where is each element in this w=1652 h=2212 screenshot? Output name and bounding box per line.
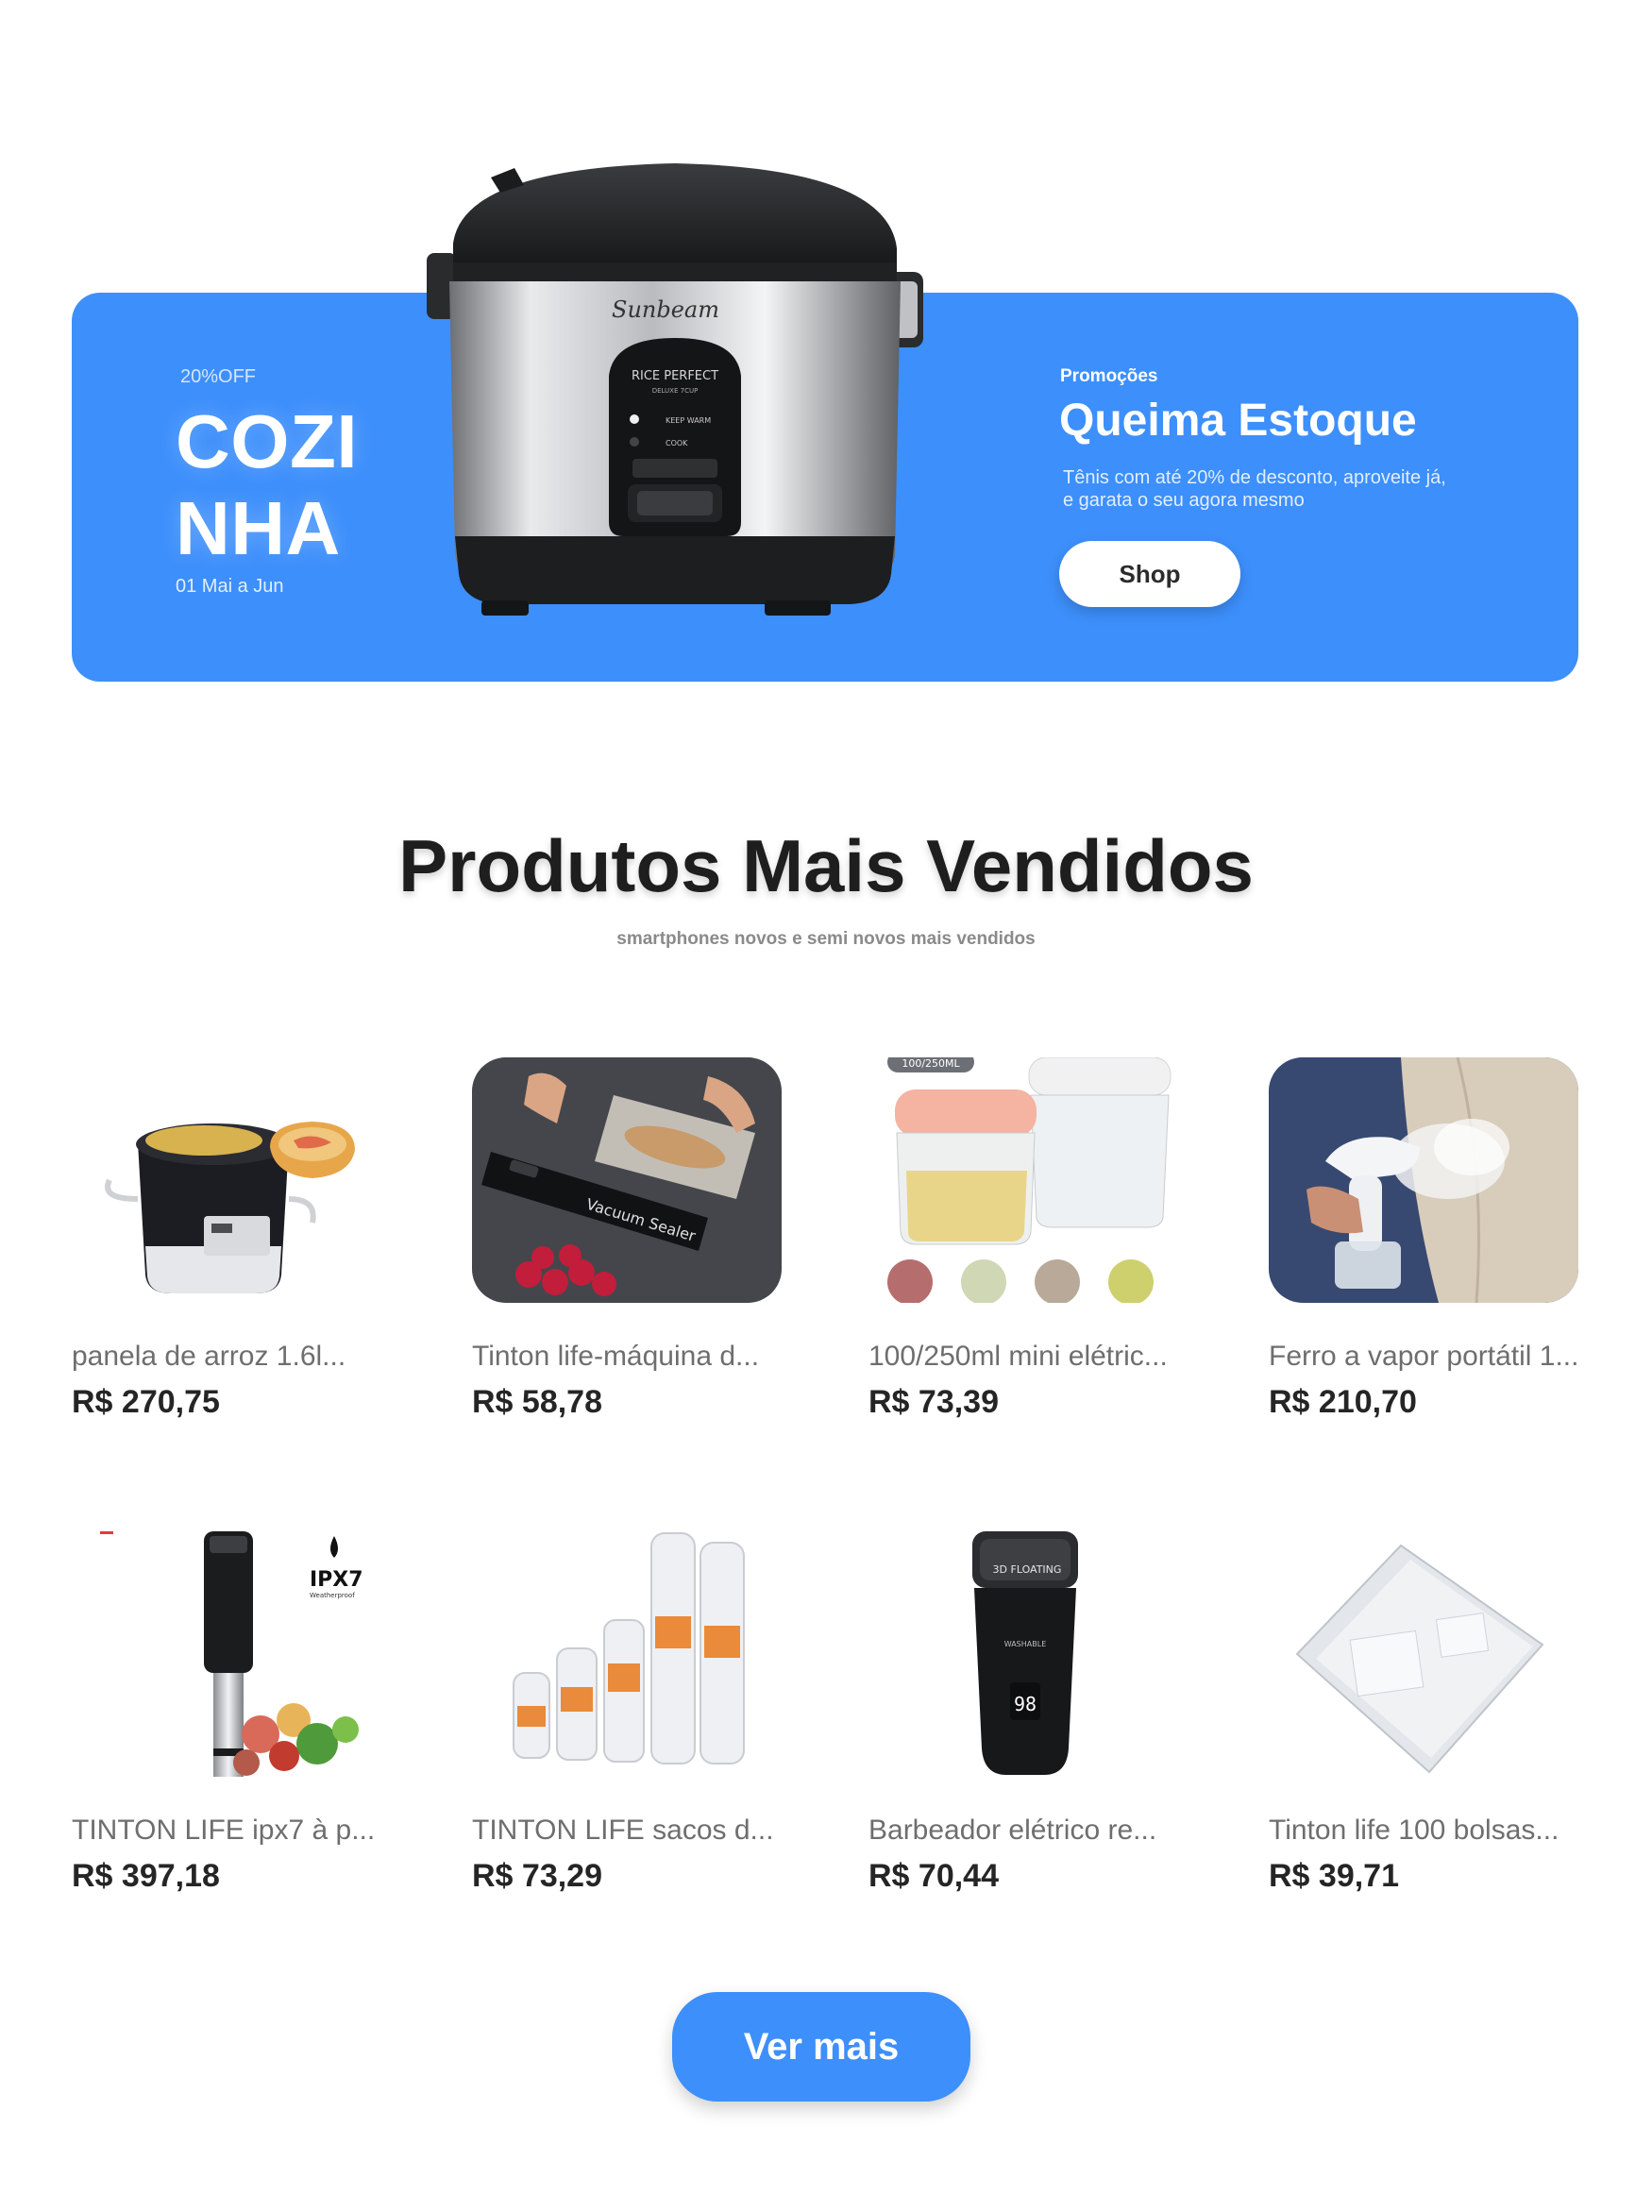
product-name[interactable]: Barbeador elétrico re... <box>868 1815 1156 1847</box>
cook-label: COOK <box>666 439 688 447</box>
ipx7-badge: IPX7 <box>310 1568 363 1592</box>
product-price: R$ 73,29 <box>472 1858 602 1894</box>
product-price: R$ 210,70 <box>1269 1384 1417 1420</box>
product-name[interactable]: TINTON LIFE ipx7 à p... <box>72 1815 375 1847</box>
shop-button[interactable]: Shop <box>1059 541 1240 607</box>
product-name[interactable]: panela de arroz 1.6l... <box>72 1341 346 1373</box>
product-name[interactable]: 100/250ml mini elétric... <box>868 1341 1168 1373</box>
chopper-badge: 100/250ML <box>902 1057 960 1070</box>
cooker-model: RICE PERFECT <box>632 369 718 383</box>
product-card[interactable]: 3D FLOATING WASHABLE 98 Barbeador elétri… <box>868 1531 1189 1909</box>
product-card[interactable]: IPX7 Weatherproof TINTON LIFE ipx7 à p..… <box>72 1531 393 1909</box>
category-title: COZI NHA <box>176 398 421 572</box>
product-image[interactable]: IPX7 Weatherproof <box>72 1531 381 1777</box>
product-image[interactable]: Vacuum Sealer <box>472 1057 782 1303</box>
product-image[interactable] <box>472 1531 782 1777</box>
vacuum-rolls-icon <box>472 1531 782 1777</box>
keep-warm-label: KEEP WARM <box>666 416 711 425</box>
rice-cooker-pot-icon <box>72 1057 381 1303</box>
product-card[interactable]: 100/250ML 100/250ml mini elétric... R$ 7… <box>868 1057 1189 1435</box>
product-card[interactable]: Ferro a vapor portátil 1... R$ 210,70 <box>1269 1057 1590 1435</box>
product-price: R$ 270,75 <box>72 1384 220 1420</box>
promo-title: Queima Estoque <box>1059 396 1417 446</box>
electric-shaver-icon: 3D FLOATING WASHABLE 98 <box>868 1531 1178 1777</box>
shaver-display: 98 <box>1014 1693 1037 1715</box>
shaver-label: 3D FLOATING <box>993 1563 1062 1576</box>
rice-cooker-image: Sunbeam RICE PERFECT DELUXE 7CUP KEEP WA… <box>427 163 923 616</box>
see-more-button[interactable]: Ver mais <box>672 1992 970 2102</box>
date-range: 01 Mai a Jun <box>176 576 284 597</box>
shaver-washable: WASHABLE <box>1004 1640 1047 1648</box>
product-name[interactable]: TINTON LIFE sacos d... <box>472 1815 774 1847</box>
cooker-brand: Sunbeam <box>612 296 719 323</box>
product-card[interactable]: Vacuum Sealer Tinton life-máquina d... R… <box>472 1057 793 1435</box>
product-name[interactable]: Ferro a vapor portátil 1... <box>1269 1341 1578 1373</box>
steam-iron-icon <box>1269 1057 1578 1303</box>
product-price: R$ 70,44 <box>868 1858 999 1894</box>
product-name[interactable]: Tinton life 100 bolsas... <box>1269 1815 1559 1847</box>
product-image[interactable] <box>1269 1531 1578 1777</box>
section-subtitle: smartphones novos e semi novos mais vend… <box>616 929 1036 949</box>
product-price: R$ 39,71 <box>1269 1858 1399 1894</box>
product-card[interactable]: Tinton life 100 bolsas... R$ 39,71 <box>1269 1531 1590 1909</box>
product-image[interactable] <box>72 1057 381 1303</box>
category-title-line2: NHA <box>176 486 341 570</box>
product-price: R$ 73,39 <box>868 1384 999 1420</box>
vacuum-sealer-icon: Vacuum Sealer <box>472 1057 782 1303</box>
product-name[interactable]: Tinton life-máquina d... <box>472 1341 759 1373</box>
cooker-model-sub: DELUXE 7CUP <box>652 387 699 395</box>
sous-vide-icon: IPX7 Weatherproof <box>72 1531 381 1777</box>
discount-label: 20%OFF <box>180 366 257 387</box>
promo-description: Tênis com até 20% de desconto, aproveite… <box>1063 467 1446 511</box>
product-image[interactable]: 100/250ML <box>868 1057 1178 1303</box>
vacuum-bags-icon <box>1269 1531 1578 1777</box>
weatherproof-label: Weatherproof <box>310 1592 355 1599</box>
product-card[interactable]: TINTON LIFE sacos d... R$ 73,29 <box>472 1531 793 1909</box>
product-price: R$ 58,78 <box>472 1384 602 1420</box>
section-title: Produtos Mais Vendidos <box>398 824 1254 907</box>
product-image[interactable]: 3D FLOATING WASHABLE 98 <box>868 1531 1178 1777</box>
category-title-line1: COZI <box>176 399 359 483</box>
product-image[interactable] <box>1269 1057 1578 1303</box>
product-price: R$ 397,18 <box>72 1858 220 1894</box>
mini-chopper-icon: 100/250ML <box>868 1057 1178 1303</box>
promo-label: Promoções <box>1060 366 1158 386</box>
product-card[interactable]: panela de arroz 1.6l... R$ 270,75 <box>72 1057 393 1435</box>
